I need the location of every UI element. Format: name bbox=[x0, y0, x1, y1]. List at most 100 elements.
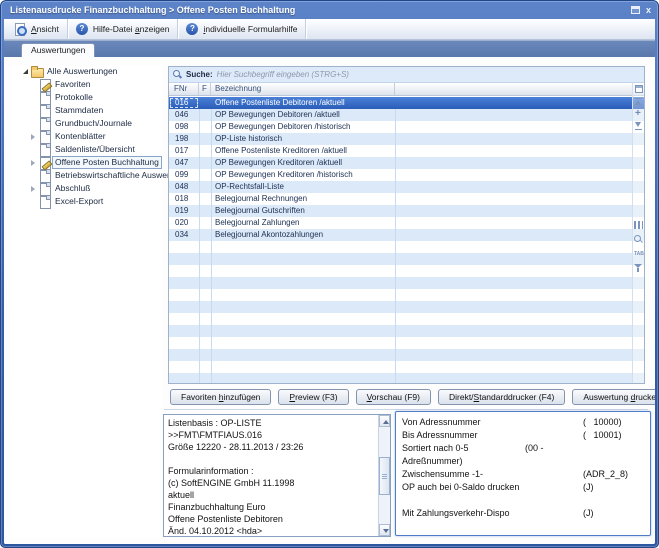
action-button[interactable]: Auswertung drucken bbox=[572, 389, 655, 405]
param-label: Adreßnummer) bbox=[402, 456, 463, 466]
cell-bezeichnung: Offene Postenliste Kreditoren /aktuell bbox=[211, 145, 644, 157]
tree-item[interactable]: Betriebswirtschaftliche Auswertungen bbox=[28, 169, 162, 182]
search-small-icon[interactable] bbox=[634, 235, 643, 245]
OP Bewegungen Kreditoren /aktuell[interactable]: 047 OP Bewegungen Kreditoren /aktuell bbox=[169, 157, 644, 169]
horizontal-separator bbox=[164, 409, 648, 410]
param-label: Bis Adressnummer bbox=[402, 430, 478, 440]
OP Bewegungen Debitoren /aktuell[interactable]: 046 OP Bewegungen Debitoren /aktuell bbox=[169, 109, 644, 121]
action-button[interactable]: Preview (F3) bbox=[278, 389, 348, 405]
info-line: Änd. 04.10.2012 <hda> bbox=[168, 525, 376, 534]
OP Bewegungen Debitoren /historisch[interactable]: 098 OP Bewegungen Debitoren /historisch bbox=[169, 121, 644, 133]
param-row: Zwischensumme -1- (ADR_2_8) bbox=[402, 469, 644, 482]
cell-fnr: 016 bbox=[169, 97, 199, 109]
OP Bewegungen Kreditoren /historisch[interactable]: 099 OP Bewegungen Kreditoren /historisch bbox=[169, 169, 644, 181]
expander-collapsed-icon[interactable] bbox=[28, 134, 38, 140]
filter-icon[interactable] bbox=[634, 263, 643, 273]
tree-item-label: Stammdaten bbox=[52, 104, 106, 117]
action-button[interactable]: Vorschau (F9) bbox=[356, 389, 431, 405]
param-mid-value: (00 - bbox=[525, 443, 544, 453]
cell-f bbox=[199, 169, 211, 181]
cell-bezeichnung: OP Bewegungen Debitoren /aktuell bbox=[211, 109, 644, 121]
detach-window-icon[interactable] bbox=[634, 84, 643, 94]
toolbar-button-label: individuelle Formularhilfe bbox=[203, 24, 297, 34]
tab-icon[interactable] bbox=[634, 249, 643, 259]
tree-item[interactable]: Saldenliste/Übersicht bbox=[28, 143, 162, 156]
results-block: Suche: FNr F Bezeichnung 0 bbox=[168, 66, 645, 384]
info-line: Finanzbuchhaltung Euro bbox=[168, 501, 376, 513]
Offene Postenliste Kreditoren /aktuell[interactable]: 017 Offene Postenliste Kreditoren /aktue… bbox=[169, 145, 644, 157]
window-body: Ansicht Hilfe-Datei anzeigen individuell… bbox=[4, 19, 655, 544]
expander-collapsed-icon[interactable] bbox=[28, 160, 38, 166]
scroll-down-icon[interactable] bbox=[379, 524, 390, 536]
column-header-fnr[interactable]: FNr bbox=[169, 83, 199, 95]
tree-item[interactable]: Offene Posten Buchhaltung bbox=[28, 156, 162, 169]
param-row: Bis Adressnummer ( 10001) bbox=[402, 430, 644, 443]
close-icon[interactable]: x bbox=[646, 6, 651, 14]
param-row: Von Adressnummer ( 10000) bbox=[402, 417, 644, 430]
add-row-icon[interactable] bbox=[634, 109, 643, 119]
tree-root-alle-auswertungen[interactable]: Alle Auswertungen bbox=[20, 65, 162, 78]
search-bar: Suche: bbox=[169, 67, 644, 83]
param-value: ( 10000) bbox=[583, 417, 622, 427]
tree-item[interactable]: Protokolle bbox=[28, 91, 162, 104]
param-label: Mit Zahlungsverkehr-Dispo bbox=[402, 508, 510, 518]
cell-f bbox=[199, 193, 211, 205]
column-header-f[interactable]: F bbox=[199, 83, 211, 95]
toolbar-button[interactable]: Ansicht bbox=[6, 19, 68, 39]
tree-item-label: Offene Posten Buchhaltung bbox=[52, 156, 162, 169]
OP-Liste historisch[interactable]: 198 OP-Liste historisch bbox=[169, 133, 644, 145]
form-info-text: Listenbasis : OP-LISTE>>FMT\FMTFIAUS.016… bbox=[168, 417, 376, 534]
toolbar-button[interactable]: Hilfe-Datei anzeigen bbox=[68, 19, 179, 39]
param-label: OP auch bei 0-Saldo drucken bbox=[402, 482, 519, 492]
toolbar-button[interactable]: individuelle Formularhilfe bbox=[178, 19, 306, 39]
cell-f bbox=[199, 217, 211, 229]
cell-bezeichnung: OP Bewegungen Kreditoren /aktuell bbox=[211, 157, 644, 169]
cell-fnr: 098 bbox=[169, 121, 199, 133]
scroll-top-icon[interactable] bbox=[634, 97, 643, 107]
tree-item[interactable]: Excel-Export bbox=[28, 195, 162, 208]
scroll-thumb[interactable] bbox=[379, 457, 390, 495]
Belegjournal Zahlungen[interactable]: 020 Belegjournal Zahlungen bbox=[169, 217, 644, 229]
cell-fnr: 019 bbox=[169, 205, 199, 217]
Offene Postenliste Debitoren /aktuell[interactable]: 016 Offene Postenliste Debitoren /aktuel… bbox=[169, 97, 644, 109]
expander-expanded-icon[interactable] bbox=[20, 69, 30, 74]
search-label: Suche: bbox=[186, 70, 213, 79]
tree-item-icon bbox=[38, 169, 52, 182]
Belegjournal Akontozahlungen[interactable]: 034 Belegjournal Akontozahlungen bbox=[169, 229, 644, 241]
columns-icon[interactable] bbox=[634, 220, 643, 230]
tree-item-label: Protokolle bbox=[52, 91, 96, 104]
tree-item[interactable]: Abschluß bbox=[28, 182, 162, 195]
param-value: (J) bbox=[583, 508, 594, 518]
toolbar-button-label: Ansicht bbox=[31, 24, 59, 34]
Belegjournal Gutschriften[interactable]: 019 Belegjournal Gutschriften bbox=[169, 205, 644, 217]
restore-window-icon[interactable] bbox=[631, 6, 640, 14]
cell-fnr: 018 bbox=[169, 193, 199, 205]
scroll-up-icon[interactable] bbox=[379, 415, 390, 427]
tree-item[interactable]: Kontenblätter bbox=[28, 130, 162, 143]
search-input[interactable] bbox=[217, 70, 644, 79]
tree-item[interactable]: Stammdaten bbox=[28, 104, 162, 117]
OP-Rechtsfall-Liste[interactable]: 048 OP-Rechtsfall-Liste bbox=[169, 181, 644, 193]
cell-f bbox=[199, 145, 211, 157]
cell-f bbox=[199, 181, 211, 193]
cell-f bbox=[199, 97, 211, 109]
cell-fnr: 034 bbox=[169, 229, 199, 241]
tab-auswertungen[interactable]: Auswertungen bbox=[21, 43, 95, 57]
info-line bbox=[168, 453, 376, 465]
info-scrollbar[interactable] bbox=[378, 415, 390, 536]
print-params-panel[interactable]: Von Adressnummer ( 10000) Bis Adressnumm… bbox=[395, 411, 651, 536]
scroll-bottom-icon[interactable] bbox=[634, 121, 643, 131]
column-header-bezeichnung[interactable]: Bezeichnung bbox=[211, 83, 395, 95]
action-button[interactable]: Favoriten hinzufügen bbox=[170, 389, 271, 405]
param-label: Von Adressnummer bbox=[402, 417, 481, 427]
tree-panel: Alle Auswertungen Favoriten Protokolle bbox=[10, 65, 162, 538]
expander-collapsed-icon[interactable] bbox=[28, 186, 38, 192]
param-value: (ADR_2_8) bbox=[583, 469, 628, 479]
column-header-empty bbox=[395, 83, 644, 95]
tree-item[interactable]: Favoriten bbox=[28, 78, 162, 91]
table-header[interactable]: FNr F Bezeichnung bbox=[169, 83, 644, 96]
action-button[interactable]: Direkt/Standarddrucker (F4) bbox=[438, 389, 565, 405]
info-line: Größe 12220 - 28.11.2013 / 23:26 bbox=[168, 441, 376, 453]
Belegjournal Rechnungen[interactable]: 018 Belegjournal Rechnungen bbox=[169, 193, 644, 205]
tree-item[interactable]: Grundbuch/Journale bbox=[28, 117, 162, 130]
